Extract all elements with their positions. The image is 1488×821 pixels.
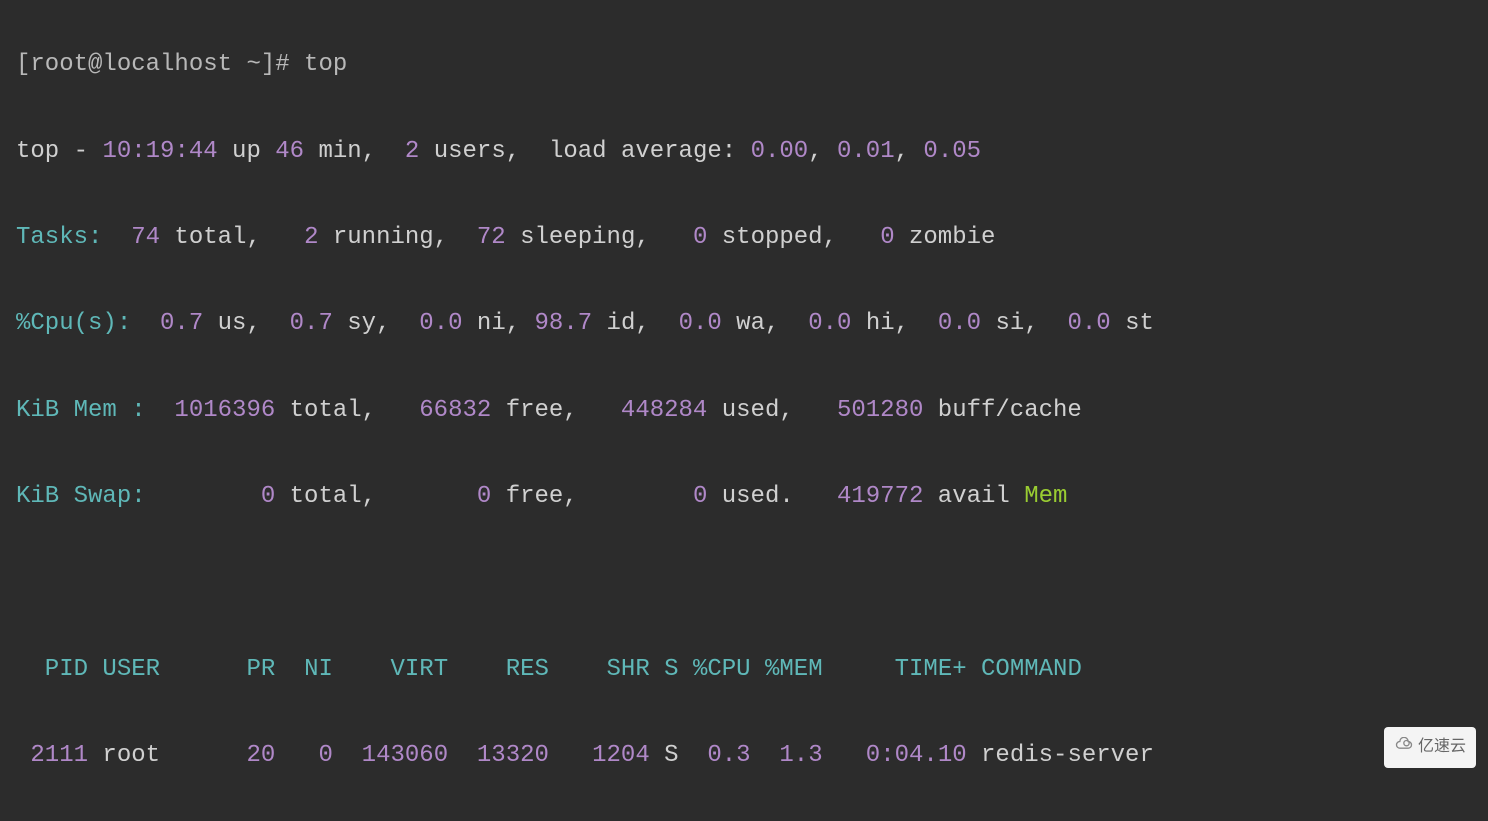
col-pid: PID — [16, 656, 88, 683]
cpu-ni: 0.0 — [419, 310, 462, 337]
current-time: 10:19:44 — [102, 138, 217, 165]
watermark-badge: 亿速云 — [1384, 727, 1476, 768]
col-command: COMMAND — [967, 656, 1082, 683]
terminal-window[interactable]: [root@localhost ~]# top top - 10:19:44 u… — [0, 0, 1488, 821]
load-15min: 0.05 — [923, 138, 981, 165]
load-1min: 0.00 — [751, 138, 809, 165]
mem-line: KiB Mem : 1016396 total, 66832 free, 448… — [16, 389, 1472, 432]
swap-avail: 419772 — [837, 483, 923, 510]
cell-virt: 143060 — [333, 742, 448, 769]
col-user: USER — [88, 656, 232, 683]
col-ni: NI — [275, 656, 333, 683]
tasks-total: 74 — [102, 224, 160, 251]
cloud-icon — [1394, 733, 1414, 762]
process-header: PID USER PR NI VIRT RES SHR S %CPU %MEM … — [16, 648, 1472, 691]
cell-s: S — [650, 742, 679, 769]
tasks-sleeping: 72 — [477, 224, 506, 251]
typed-command: top — [304, 51, 347, 78]
swap-used: 0 — [693, 483, 707, 510]
cell-mem: 1.3 — [751, 742, 823, 769]
swap-total: 0 — [146, 483, 276, 510]
program-name: top — [16, 138, 59, 165]
uptime-value: 46 — [275, 138, 304, 165]
mem-used: 448284 — [621, 397, 707, 424]
tasks-running: 2 — [304, 224, 318, 251]
cpu-hi: 0.0 — [808, 310, 851, 337]
watermark-text: 亿速云 — [1418, 733, 1466, 762]
cpu-us: 0.7 — [131, 310, 203, 337]
col-res: RES — [448, 656, 549, 683]
cell-pr: 20 — [232, 742, 275, 769]
cpu-id: 98.7 — [535, 310, 593, 337]
cell-pid: 2111 — [16, 742, 88, 769]
mem-buff: 501280 — [837, 397, 923, 424]
cpu-label: %Cpu(s): — [16, 310, 131, 337]
tasks-zombie: 0 — [880, 224, 894, 251]
load-5min: 0.01 — [837, 138, 895, 165]
cpu-sy: 0.7 — [290, 310, 333, 337]
col-virt: VIRT — [333, 656, 448, 683]
tasks-line: Tasks: 74 total, 2 running, 72 sleeping,… — [16, 216, 1472, 259]
cell-command: redis-server — [967, 742, 1154, 769]
cell-time: 0:04.10 — [823, 742, 967, 769]
cell-cpu: 0.3 — [679, 742, 751, 769]
swap-mem-label: Mem — [1024, 483, 1067, 510]
mem-label: KiB Mem : — [16, 397, 146, 424]
col-shr: SHR — [549, 656, 650, 683]
cell-shr: 1204 — [549, 742, 650, 769]
swap-label: KiB Swap: — [16, 483, 146, 510]
col-time: TIME+ — [823, 656, 967, 683]
tasks-label: Tasks: — [16, 224, 102, 251]
users-count: 2 — [405, 138, 419, 165]
cpu-si: 0.0 — [938, 310, 981, 337]
swap-line: KiB Swap: 0 total, 0 free, 0 used. 41977… — [16, 475, 1472, 518]
blank-line — [16, 561, 1472, 604]
col-pr: PR — [232, 656, 275, 683]
cell-user: root — [88, 742, 232, 769]
mem-free: 66832 — [419, 397, 491, 424]
shell-prompt: [root@localhost ~]# — [16, 51, 304, 78]
swap-free: 0 — [477, 483, 491, 510]
process-row: 2111 root 20 0 143060 13320 1204 S 0.3 1… — [16, 734, 1472, 777]
col-s: S — [650, 656, 679, 683]
cell-ni: 0 — [275, 742, 333, 769]
load-average-label: load average: — [549, 138, 751, 165]
cpu-st: 0.0 — [1067, 310, 1110, 337]
cell-res: 13320 — [448, 742, 549, 769]
cpu-line: %Cpu(s): 0.7 us, 0.7 sy, 0.0 ni, 98.7 id… — [16, 302, 1472, 345]
tasks-stopped: 0 — [693, 224, 707, 251]
prompt-line: [root@localhost ~]# top — [16, 43, 1472, 86]
col-cpu: %CPU — [679, 656, 751, 683]
col-mem: %MEM — [751, 656, 823, 683]
summary-line: top - 10:19:44 up 46 min, 2 users, load … — [16, 130, 1472, 173]
mem-total: 1016396 — [146, 397, 276, 424]
cpu-wa: 0.0 — [679, 310, 722, 337]
